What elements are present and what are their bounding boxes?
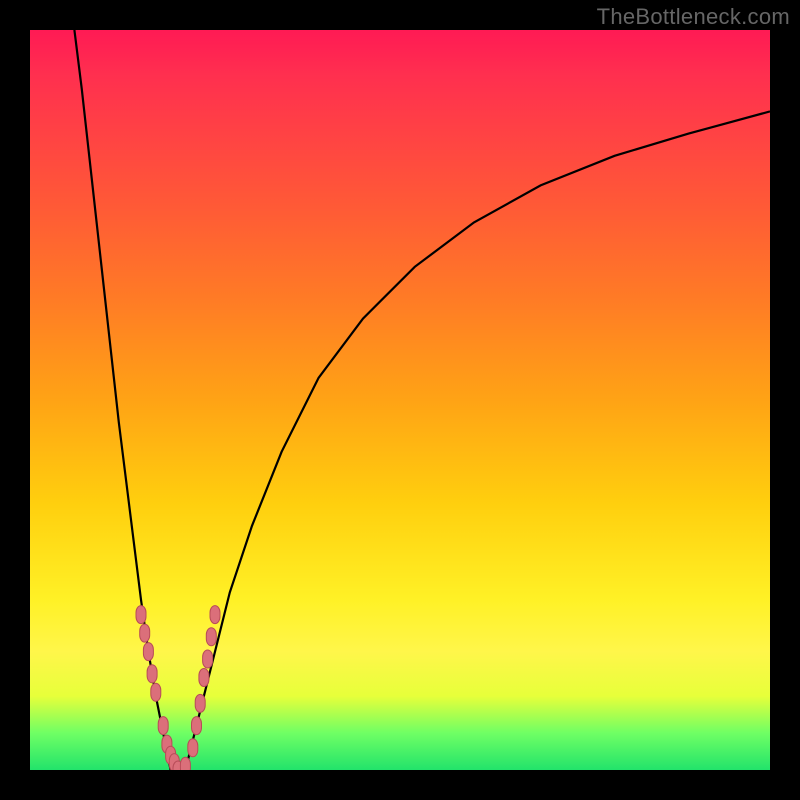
- marker-dot: [151, 683, 161, 701]
- marker-dot: [188, 739, 198, 757]
- left-branch-curve: [74, 30, 170, 770]
- marker-dot: [158, 717, 168, 735]
- right-branch-curve: [185, 111, 770, 770]
- marker-dot: [206, 628, 216, 646]
- marker-dot: [192, 717, 202, 735]
- marker-dot: [136, 606, 146, 624]
- marker-dot: [203, 650, 213, 668]
- curve-layer: [30, 30, 770, 770]
- marker-dot: [140, 624, 150, 642]
- watermark-text: TheBottleneck.com: [597, 4, 790, 30]
- marker-dot: [195, 694, 205, 712]
- marker-dot: [210, 606, 220, 624]
- plot-area: [30, 30, 770, 770]
- sample-markers: [136, 606, 220, 770]
- marker-dot: [147, 665, 157, 683]
- marker-dot: [199, 669, 209, 687]
- marker-dot: [180, 757, 190, 770]
- marker-dot: [143, 643, 153, 661]
- chart-frame: TheBottleneck.com: [0, 0, 800, 800]
